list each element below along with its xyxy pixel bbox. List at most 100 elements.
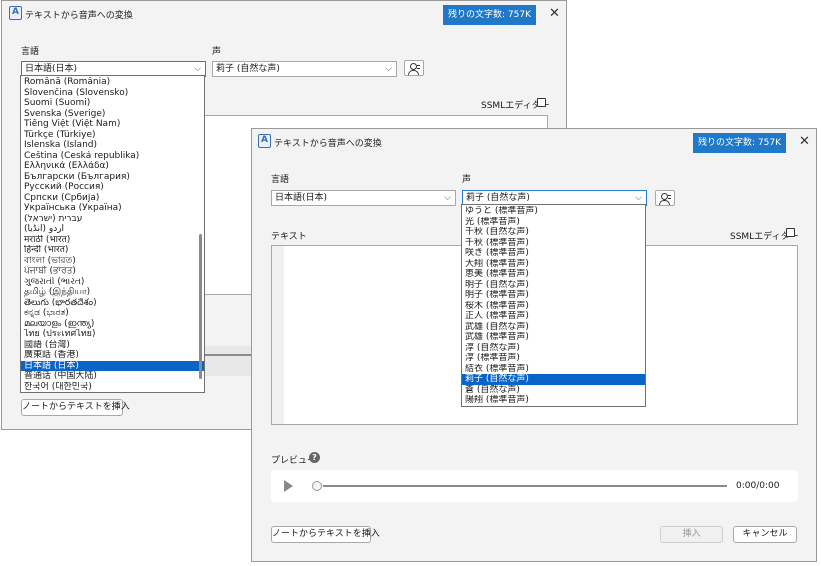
front-language-value: 日本語(日本): [275, 193, 328, 203]
front-language-label: 言語: [271, 175, 290, 185]
language-option[interactable]: 國語 (台灣): [21, 340, 204, 351]
voice-option[interactable]: 蒼 (自然な声): [462, 385, 645, 396]
seek-knob[interactable]: [312, 481, 322, 491]
voice-option[interactable]: 武雄 (標準音声): [462, 332, 645, 343]
person-body-shape: [408, 70, 419, 75]
language-option[interactable]: ไทย (ประเทศไทย): [21, 329, 204, 340]
voice-option[interactable]: 千秋 (標準音声): [462, 238, 645, 249]
language-option[interactable]: 日本語 (日本): [21, 360, 204, 371]
chevron-up-icon: ⌵: [194, 64, 201, 74]
chevron-down-icon: ⌵: [444, 193, 451, 203]
back-voice-select[interactable]: 莉子 (自然な声) ⌵: [212, 61, 397, 77]
language-options-list: Română (România) Slovenčina (Slovensko) Su…: [21, 77, 204, 392]
seek-track[interactable]: [323, 485, 727, 487]
front-ssml-checkbox[interactable]: [786, 228, 795, 237]
front-char-count-badge: 残りの文字数: 757K: [693, 133, 786, 153]
language-option[interactable]: ಕನ್ನಡ (ಭಾರತ): [21, 308, 204, 319]
front-dialog-title: テキストから音声への変換: [274, 139, 382, 149]
play-icon[interactable]: [284, 480, 293, 492]
voice-option[interactable]: 光 (標準音声): [462, 217, 645, 228]
help-icon[interactable]: ?: [309, 452, 320, 463]
back-insert-from-note-button[interactable]: ノートからテキストを挿入: [21, 399, 130, 416]
front-language-select[interactable]: 日本語(日本) ⌵: [271, 190, 456, 206]
front-close-icon[interactable]: ✕: [799, 134, 810, 149]
voice-option[interactable]: 明子 (自然な声): [462, 280, 645, 291]
language-option[interactable]: Türkçe (Türkiye): [21, 130, 204, 141]
language-option[interactable]: ਪੰਜਾਬੀ (ਭਾਰਤ): [21, 266, 204, 277]
language-option[interactable]: Suomi (Suomi): [21, 98, 204, 109]
front-title-bar: テキストから音声への変換 残りの文字数: 757K ✕: [252, 129, 816, 155]
back-voice-value: 莉子 (自然な声): [216, 64, 280, 74]
language-option[interactable]: Українська (Україна): [21, 203, 204, 214]
back-voice-settings-button[interactable]: [404, 60, 424, 76]
audio-player: 0:00/0:00: [271, 470, 798, 502]
language-option[interactable]: Български (България): [21, 172, 204, 183]
voice-option[interactable]: 大翔 (標準音声): [462, 259, 645, 270]
back-dialog-title: テキストから音声への変換: [25, 11, 133, 21]
person-icon: [410, 63, 417, 70]
back-voice-label: 声: [212, 47, 222, 57]
language-scrollbar[interactable]: [199, 234, 202, 379]
language-option[interactable]: Čeština (Česká republika): [21, 151, 204, 162]
voice-option[interactable]: 千秋 (自然な声): [462, 227, 645, 238]
chevron-down-icon: ⌵: [385, 64, 392, 74]
language-option[interactable]: मराठी (भारत): [21, 235, 204, 246]
settings-line: [417, 65, 420, 66]
language-option[interactable]: Tiếng Việt (Việt Nam): [21, 119, 204, 130]
voice-option[interactable]: 明子 (標準音声): [462, 290, 645, 301]
language-option[interactable]: മലയാളം (ഇന്ത്യ): [21, 319, 204, 330]
voice-option[interactable]: 武雄 (自然な声): [462, 322, 645, 333]
language-option[interactable]: ગુજરાતી (ભારત): [21, 277, 204, 288]
language-option[interactable]: עברית (ישראל): [21, 214, 204, 225]
language-option[interactable]: Íslenska (Ísland): [21, 140, 204, 151]
back-ssml-checkbox[interactable]: [537, 98, 546, 107]
back-language-dropdown[interactable]: Română (România) Slovenčina (Slovensko) Su…: [20, 75, 205, 393]
voice-option[interactable]: 正人 (標準音声): [462, 311, 645, 322]
chevron-up-icon: ⌵: [635, 193, 642, 203]
language-option[interactable]: தமிழ் (இந்தியா): [21, 287, 204, 298]
app-icon: [258, 134, 271, 148]
voice-option[interactable]: 恵美 (標準音声): [462, 269, 645, 280]
front-insert-from-note-button[interactable]: ノートからテキストを挿入: [271, 526, 380, 543]
front-voice-dropdown[interactable]: ゆうと (標準音声) 光 (標準音声) 千秋 (自然な声) 千秋 (標準音声) 咲き (…: [461, 204, 646, 407]
voice-option[interactable]: 陽翔 (標準音声): [462, 395, 645, 406]
front-text-label: テキスト: [271, 232, 307, 242]
back-language-value: 日本語(日本): [25, 64, 78, 74]
voice-option[interactable]: 莉子 (自然な声): [462, 374, 645, 385]
text-area-gutter: [272, 246, 284, 424]
language-option[interactable]: Svenska (Sverige): [21, 109, 204, 120]
language-option[interactable]: తెలుగు (భారతదేశం): [21, 298, 204, 309]
language-option[interactable]: Slovenčina (Slovensko): [21, 88, 204, 99]
back-char-count-badge: 残りの文字数: 757K: [443, 5, 536, 25]
cancel-button[interactable]: キャンセル: [733, 526, 797, 543]
voice-option[interactable]: 淳 (標準音声): [462, 353, 645, 364]
insert-button[interactable]: 挿入: [660, 526, 723, 543]
voice-options-list: ゆうと (標準音声) 光 (標準音声) 千秋 (自然な声) 千秋 (標準音声) 咲き (…: [462, 206, 645, 406]
language-option[interactable]: हिन्दी (भारत): [21, 245, 204, 256]
language-option[interactable]: 普通话 (中国大陆): [21, 371, 204, 382]
settings-line: [417, 68, 420, 69]
language-option[interactable]: اردو (انڈیا): [21, 224, 204, 235]
language-option[interactable]: বাংলা (ভারত): [21, 256, 204, 267]
voice-option[interactable]: 淳 (自然な声): [462, 343, 645, 354]
front-voice-settings-button[interactable]: [655, 190, 675, 206]
settings-line: [668, 195, 671, 196]
voice-option[interactable]: 結衣 (標準音声): [462, 364, 645, 375]
time-display: 0:00/0:00: [736, 481, 780, 491]
language-option[interactable]: Română (România): [21, 77, 204, 88]
back-preview-strip: [202, 346, 252, 376]
settings-line: [668, 198, 671, 199]
voice-option[interactable]: ゆうと (標準音声): [462, 206, 645, 217]
person-icon: [661, 193, 668, 200]
front-voice-value: 莉子 (自然な声): [466, 193, 530, 203]
voice-option[interactable]: 咲き (標準音声): [462, 248, 645, 259]
back-close-icon[interactable]: ✕: [549, 6, 560, 21]
language-option[interactable]: Српски (Србија): [21, 193, 204, 204]
language-option[interactable]: Русский (Россия): [21, 182, 204, 193]
language-option[interactable]: Ελληνικά (Ελλάδα): [21, 161, 204, 172]
language-option[interactable]: 한국어 (대한민국): [21, 382, 204, 393]
back-preview-track: [202, 354, 252, 356]
voice-option[interactable]: 桜木 (標準音声): [462, 301, 645, 312]
person-body-shape: [659, 200, 670, 205]
language-option[interactable]: 廣東話 (香港): [21, 350, 204, 361]
